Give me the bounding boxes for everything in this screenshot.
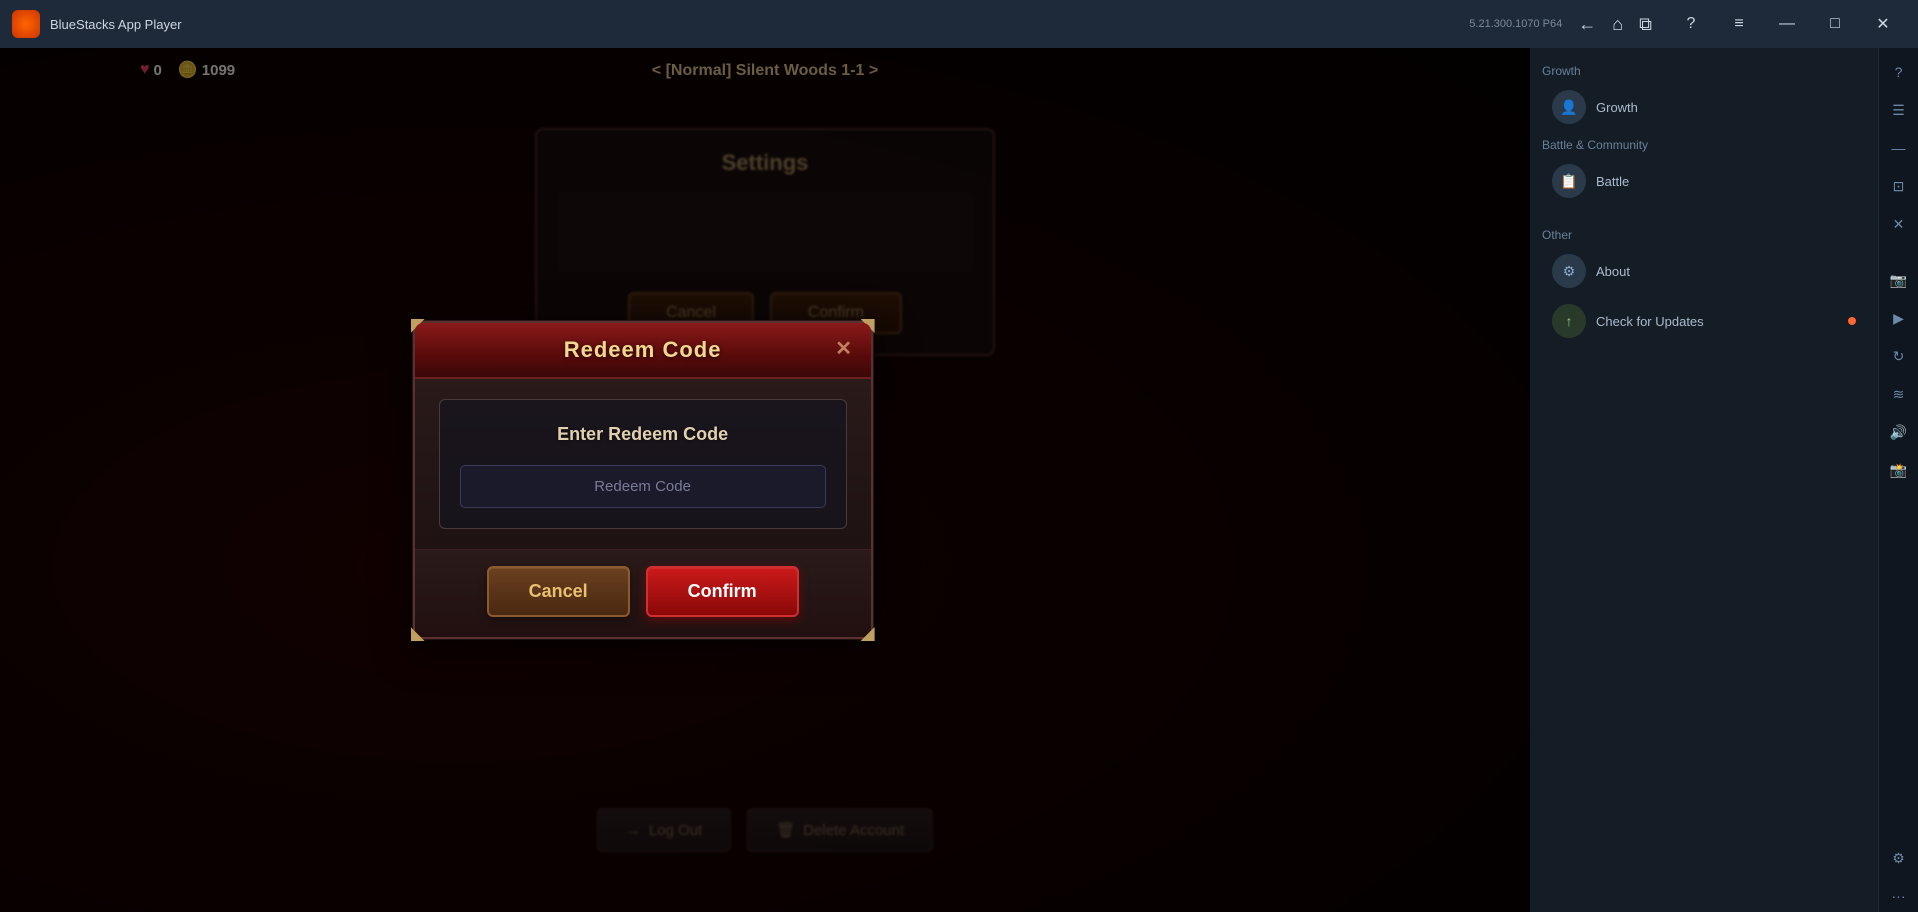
battle-section-label: Battle & Community xyxy=(1542,132,1866,156)
input-area: Enter Redeem Code xyxy=(439,399,847,529)
modal-container: Redeem Code ✕ Enter Redeem Code Cancel C… xyxy=(413,321,873,639)
modal-close-button[interactable]: ✕ xyxy=(829,333,859,363)
other-item-2[interactable]: ↑ Check for Updates xyxy=(1542,296,1866,346)
edge-video-icon[interactable]: ▶ xyxy=(1883,302,1915,334)
bluestacks-right-panel: Growth 👤 Growth Battle & Community 📋 Bat… xyxy=(1530,48,1878,912)
other-label-text: Other xyxy=(1542,228,1572,242)
edge-rotate-icon[interactable]: ↻ xyxy=(1883,340,1915,372)
modal-title: Redeem Code xyxy=(564,337,722,362)
other-section-label: Other xyxy=(1542,222,1866,246)
growth-item[interactable]: 👤 Growth xyxy=(1542,82,1866,132)
confirm-button[interactable]: Confirm xyxy=(646,566,799,617)
battle-item-label: Battle xyxy=(1596,174,1629,189)
modal-footer: Cancel Confirm xyxy=(415,549,871,637)
edge-screenshot2-icon[interactable]: 📸 xyxy=(1883,454,1915,486)
edge-camera-icon[interactable]: 📷 xyxy=(1883,264,1915,296)
help-button[interactable]: ? xyxy=(1668,8,1714,40)
other-item-label-2: Check for Updates xyxy=(1596,314,1704,329)
close-button[interactable]: ✕ xyxy=(1860,8,1906,40)
other-item-icon: ⚙ xyxy=(1552,254,1586,288)
redeem-code-modal: Redeem Code ✕ Enter Redeem Code Cancel C… xyxy=(413,321,873,639)
window-controls: ? ≡ — □ ✕ xyxy=(1668,8,1906,40)
app-version: 5.21.300.1070 P64 xyxy=(1469,18,1562,30)
growth-item-icon: 👤 xyxy=(1552,90,1586,124)
other-item-label: About xyxy=(1596,264,1630,279)
minimize-button[interactable]: — xyxy=(1764,8,1810,40)
growth-section-label: Growth xyxy=(1542,58,1866,82)
right-edge-sidebar: ? ☰ — ⊡ ✕ 📷 ▶ ↻ ≋ 🔊 📸 ⚙ ··· xyxy=(1878,48,1918,912)
edge-close-icon[interactable]: ✕ xyxy=(1883,208,1915,240)
nav-controls: ← ⌂ ⧉ xyxy=(1578,15,1652,33)
other-item[interactable]: ⚙ About xyxy=(1542,246,1866,296)
growth-item-label: Growth xyxy=(1596,100,1638,115)
edge-volume-icon[interactable]: 🔊 xyxy=(1883,416,1915,448)
growth-label-text: Growth xyxy=(1542,64,1581,78)
edge-question-icon[interactable]: ? xyxy=(1883,56,1915,88)
other-item-icon-2: ↑ xyxy=(1552,304,1586,338)
app-icon xyxy=(12,10,40,38)
cancel-button[interactable]: Cancel xyxy=(487,566,630,617)
maximize-button[interactable]: □ xyxy=(1812,8,1858,40)
home-button[interactable]: ⌂ xyxy=(1612,15,1623,33)
input-label: Enter Redeem Code xyxy=(460,424,826,445)
hamburger-button[interactable]: ≡ xyxy=(1716,8,1762,40)
edge-minimize-icon[interactable]: — xyxy=(1883,132,1915,164)
edge-shake-icon[interactable]: ≋ xyxy=(1883,378,1915,410)
battle-label-text: Battle & Community xyxy=(1542,138,1648,152)
modal-overlay[interactable]: Redeem Code ✕ Enter Redeem Code Cancel C… xyxy=(0,48,1530,912)
app-title: BlueStacks App Player xyxy=(50,17,1463,32)
game-background: ♥ 0 🪙 1099 < [Normal] Silent Woods 1-1 >… xyxy=(0,48,1530,912)
notification-dot xyxy=(1848,317,1856,325)
modal-header: Redeem Code ✕ xyxy=(415,323,871,379)
edge-restore-icon[interactable]: ⊡ xyxy=(1883,170,1915,202)
copy-button[interactable]: ⧉ xyxy=(1639,15,1652,33)
battle-item-icon: 📋 xyxy=(1552,164,1586,198)
redeem-code-input[interactable] xyxy=(460,465,826,508)
back-button[interactable]: ← xyxy=(1578,15,1596,33)
edge-menu-icon[interactable]: ☰ xyxy=(1883,94,1915,126)
edge-more-icon[interactable]: ··· xyxy=(1883,880,1915,912)
battle-item[interactable]: 📋 Battle xyxy=(1542,156,1866,206)
title-bar: BlueStacks App Player 5.21.300.1070 P64 … xyxy=(0,0,1918,48)
modal-body: Enter Redeem Code xyxy=(415,379,871,549)
edge-settings-icon[interactable]: ⚙ xyxy=(1883,842,1915,874)
